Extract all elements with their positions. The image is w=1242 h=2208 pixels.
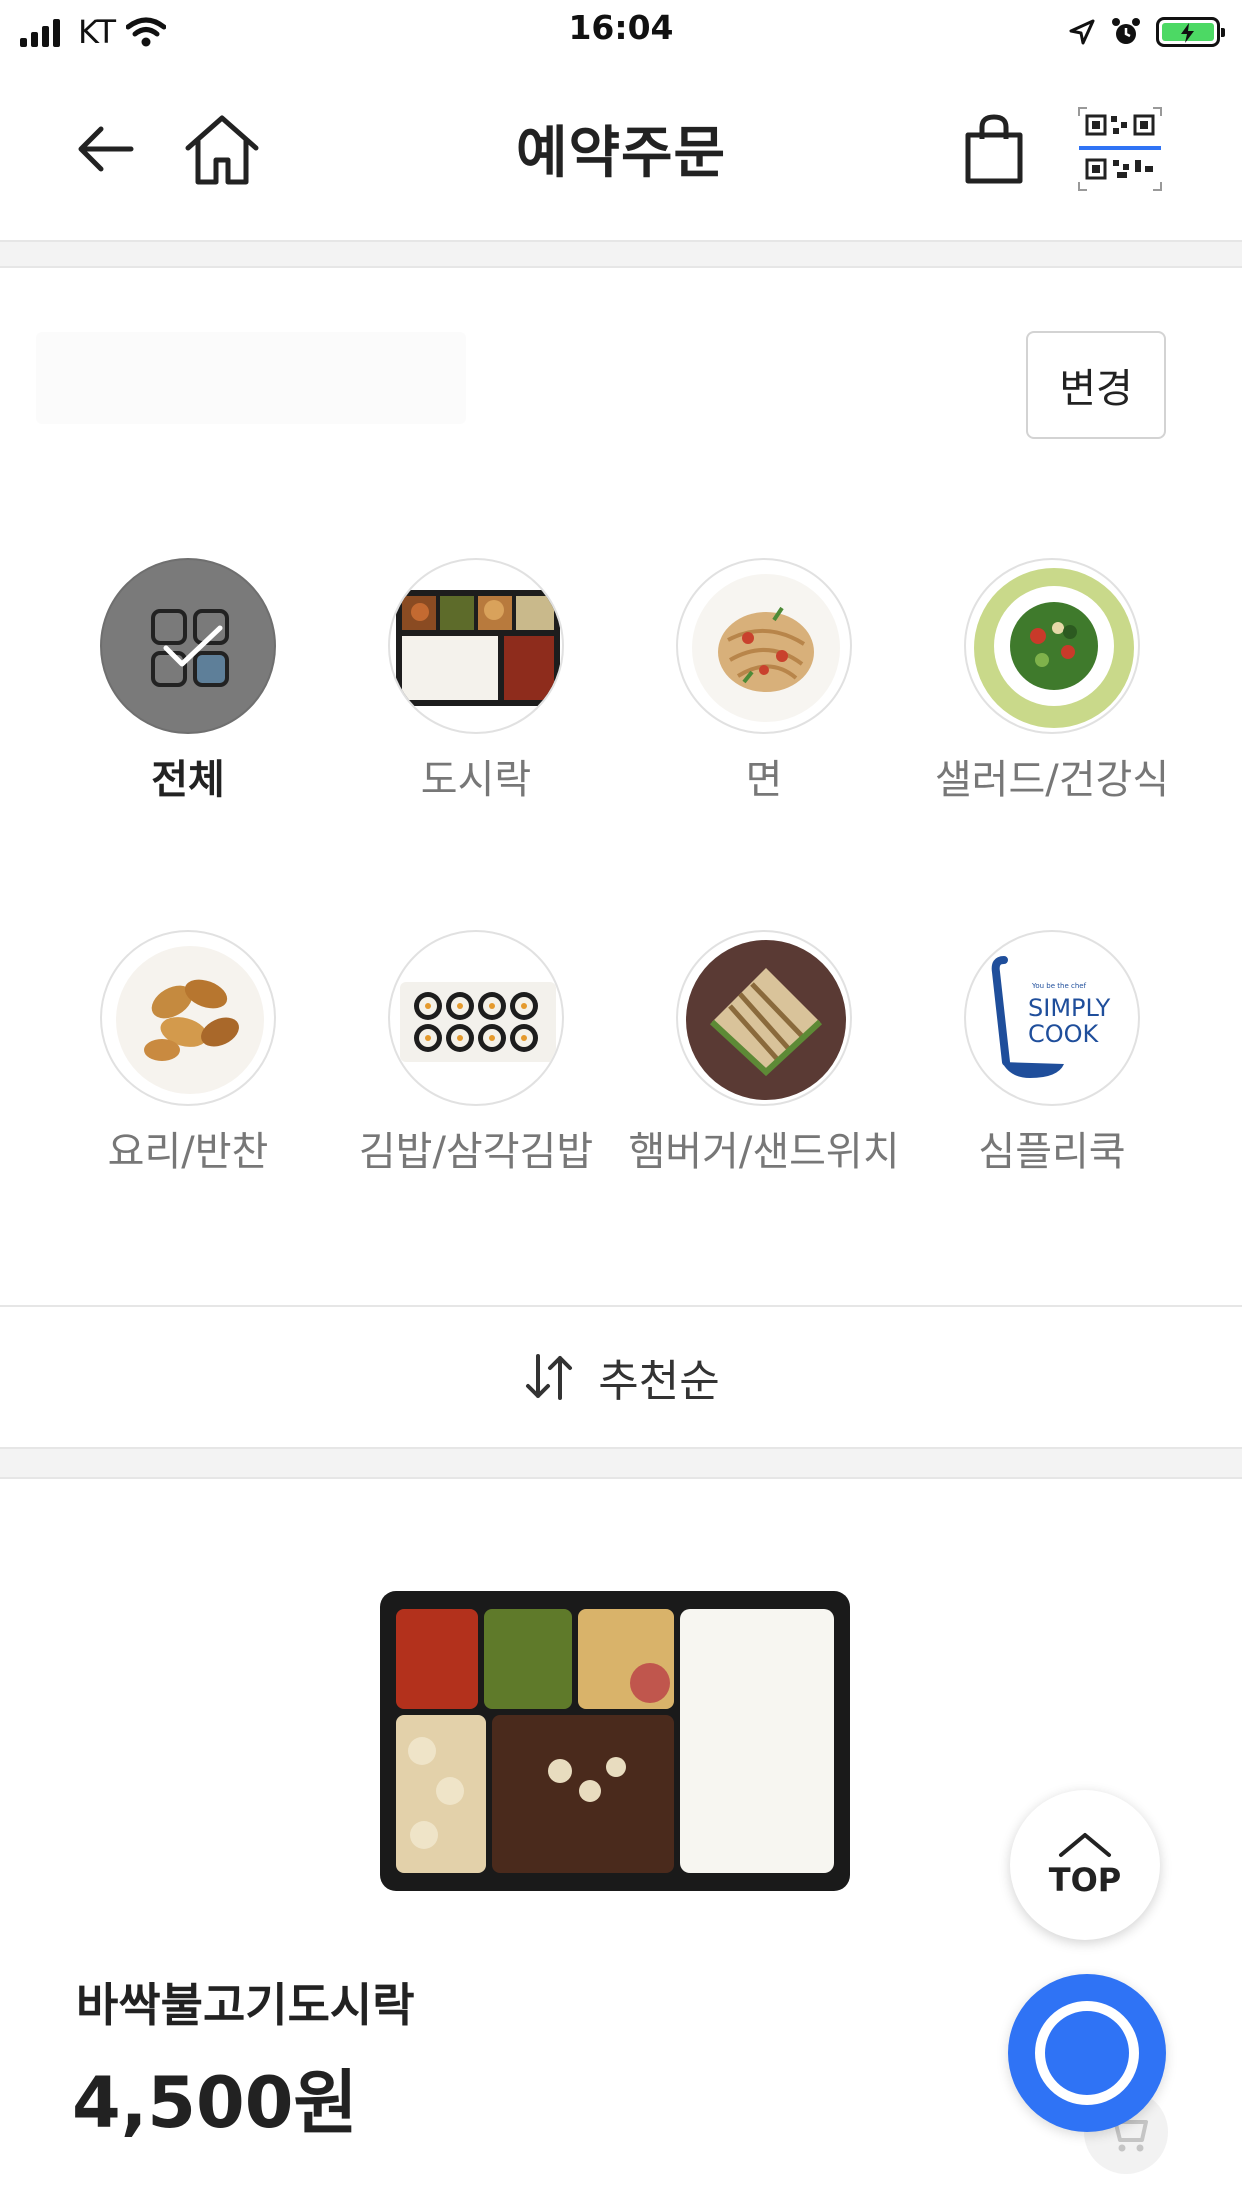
category-label: 면 <box>745 757 783 803</box>
sort-button[interactable]: 추천순 <box>0 1305 1242 1447</box>
category-noodle-image <box>676 558 852 734</box>
category-noodle[interactable]: 면 <box>620 558 908 806</box>
category-all-circle <box>100 558 276 734</box>
category-label: 햄버거/샌드위치 <box>628 1129 900 1175</box>
category-dosirak-image <box>388 558 564 734</box>
store-selector: 변경 <box>0 268 1242 498</box>
alarm-icon <box>1112 18 1140 44</box>
qr-code-icon[interactable] <box>1076 104 1164 194</box>
product-name: 바싹불고기도시락 <box>76 1978 415 2032</box>
category-salad[interactable]: 샐러드/건강식 <box>908 558 1196 806</box>
scroll-top-label: TOP <box>1048 1861 1122 1899</box>
page-title: 예약주문 <box>515 121 727 186</box>
sort-arrows-icon <box>526 1354 573 1400</box>
simply-cook-tagline: You be the chef <box>1031 982 1087 990</box>
navigation-bar: 예약주문 <box>0 64 1242 240</box>
assistant-button[interactable] <box>1008 1974 1166 2132</box>
change-store-button[interactable]: 변경 <box>1026 331 1166 439</box>
category-label: 김밥/삼각김밥 <box>358 1129 594 1175</box>
category-side-dish-image <box>100 930 276 1106</box>
simply-cook-logo: You be the chef SIMPLY COOK <box>964 930 1140 1106</box>
battery-icon <box>1156 17 1225 47</box>
simply-cook-line1: SIMPLY <box>1028 994 1111 1022</box>
category-label: 샐러드/건강식 <box>934 757 1170 803</box>
store-name-placeholder <box>36 332 466 424</box>
simply-cook-line2: COOK <box>1028 1020 1100 1048</box>
product-image <box>380 1591 850 1891</box>
category-label: 전체 <box>151 757 225 803</box>
shopping-bag-icon[interactable] <box>954 108 1034 192</box>
grid-check-icon <box>151 609 229 687</box>
category-label: 심플리쿡 <box>978 1129 1126 1175</box>
status-time: 16:04 <box>568 8 674 47</box>
product-price: 4,500원 <box>72 2062 358 2144</box>
sort-label: 추천순 <box>598 1356 720 1407</box>
category-simply-cook[interactable]: You be the chef SIMPLY COOK 심플리쿡 <box>908 930 1196 1178</box>
scroll-top-button[interactable]: TOP <box>1010 1790 1160 1940</box>
status-right <box>1068 10 1225 54</box>
category-label: 도시락 <box>420 757 532 803</box>
category-side-dish[interactable]: 요리/반찬 <box>44 930 332 1178</box>
location-arrow-icon <box>1069 19 1095 45</box>
category-salad-image <box>964 558 1140 734</box>
category-label: 요리/반찬 <box>107 1129 269 1175</box>
category-sandwich-image <box>676 930 852 1106</box>
status-bar: KT 16:04 <box>0 0 1242 64</box>
section-divider <box>0 1447 1242 1479</box>
section-divider <box>0 240 1242 268</box>
category-all[interactable]: 전체 <box>44 558 332 806</box>
category-gimbap[interactable]: 김밥/삼각김밥 <box>332 930 620 1178</box>
category-gimbap-image <box>388 930 564 1106</box>
assistant-ring-icon <box>1035 2001 1139 2105</box>
category-dosirak[interactable]: 도시락 <box>332 558 620 806</box>
category-sandwich[interactable]: 햄버거/샌드위치 <box>620 930 908 1178</box>
chevron-up-icon <box>1059 1833 1111 1857</box>
